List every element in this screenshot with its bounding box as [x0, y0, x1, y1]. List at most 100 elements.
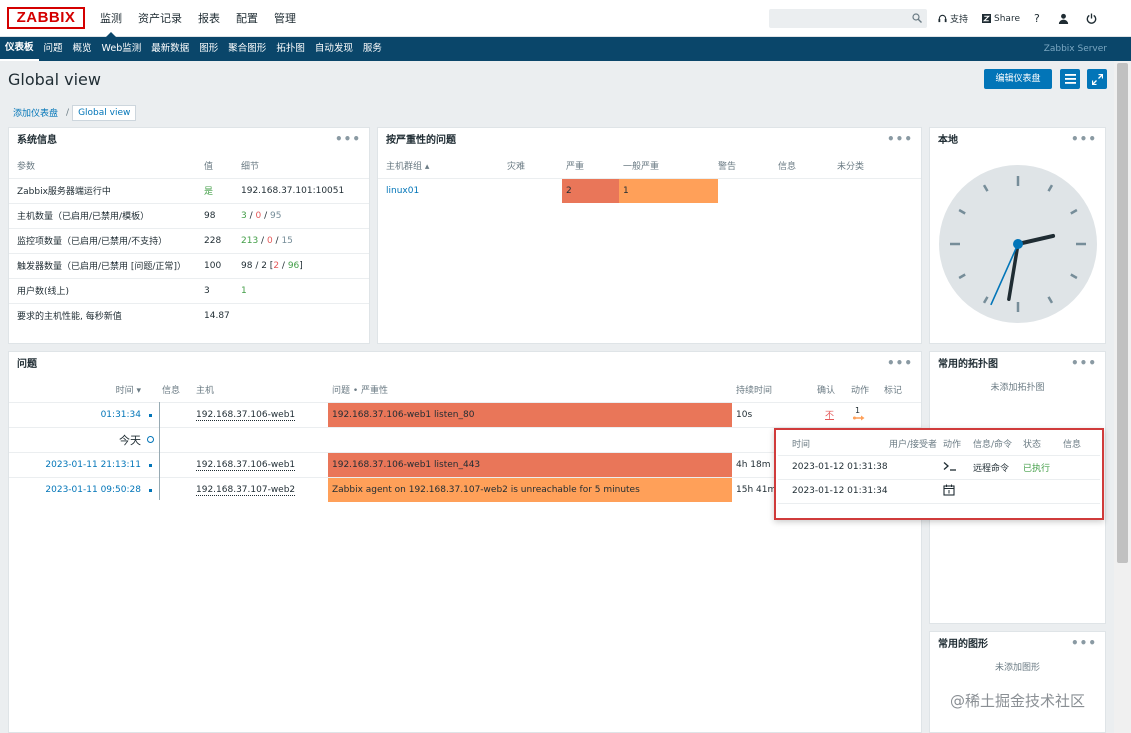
breadcrumb-separator: / [66, 107, 70, 118]
enabled-count: 213 [241, 235, 259, 246]
zabbix-logo[interactable]: ZABBIX [7, 7, 85, 29]
detail-cell: 3 / 0 / 95 [241, 202, 369, 228]
info-cell [162, 451, 196, 477]
value-cell: 14.87 [204, 302, 369, 328]
problem-time-link[interactable]: 2023-01-11 09:50:28 [9, 476, 151, 502]
hamburger-icon [1064, 74, 1076, 84]
ack-link[interactable]: 不 [817, 401, 851, 427]
problem-name-cell[interactable]: Zabbix agent on 192.168.37.107-web2 is u… [328, 476, 732, 502]
subnav-services[interactable]: 服务 [358, 37, 387, 61]
warning-cell [718, 177, 778, 203]
main-nav-reports[interactable]: 报表 [190, 0, 228, 37]
host-cell: 192.168.37.106-web1 [196, 451, 328, 477]
col-param: 参数 [17, 162, 36, 173]
host-link[interactable]: 192.168.37.106-web1 [196, 459, 296, 471]
fullscreen-icon [1091, 73, 1103, 85]
main-nav-monitoring[interactable]: 监测 [92, 0, 130, 38]
value-cell: 228 [204, 227, 241, 253]
fullscreen-button[interactable] [1087, 69, 1107, 89]
subnav-latest-data[interactable]: 最新数据 [146, 37, 194, 61]
col-time[interactable]: 时间 ▾ [9, 378, 151, 402]
maps-empty-message: 未添加拓扑图 [990, 383, 1045, 393]
bracket-close: ] [299, 260, 303, 271]
actions-arrow-icon [853, 415, 865, 420]
host-cell: 192.168.37.106-web1 [196, 401, 328, 427]
sign-out-button[interactable] [1086, 13, 1100, 24]
search-input[interactable] [769, 9, 927, 28]
subnav-overview[interactable]: 概览 [68, 37, 97, 61]
share-link[interactable]: Share [982, 14, 1020, 24]
support-link[interactable]: 支持 [938, 12, 968, 25]
problem-time-link[interactable]: 01:31:34 [9, 401, 151, 427]
subnav-dashboard[interactable]: 仪表板 [0, 37, 39, 61]
problem-name-cell[interactable]: 192.168.37.106-web1 listen_80 [328, 401, 732, 427]
col-high: 严重 [566, 162, 585, 173]
actions-popup-table: 时间 用户/接受者 动作 信息/命令 状态 信息 2023-01-12 01:3… [778, 433, 1100, 504]
breadcrumb-add-dashboard[interactable]: 添加仪表盘 [8, 104, 63, 121]
edit-dashboard-button[interactable]: 编辑仪表盘 [984, 69, 1052, 89]
subnav-maps[interactable]: 拓扑图 [271, 37, 310, 61]
subnav-discovery[interactable]: 自动发现 [310, 37, 358, 61]
ok-count: 96 [287, 260, 300, 271]
scrollbar-thumb[interactable] [1117, 63, 1128, 563]
disaster-cell [507, 177, 562, 203]
host-cell: 192.168.37.107-web2 [196, 476, 328, 502]
table-row: 用户数(线上) 3 1 [9, 277, 369, 303]
main-nav-inventory[interactable]: 资产记录 [130, 0, 190, 37]
popup-col-status: 状态 [1023, 433, 1063, 456]
problem-time-link[interactable]: 2023-01-11 21:13:11 [9, 451, 151, 477]
search-icon[interactable] [912, 13, 922, 23]
col-actions: 动作 [851, 386, 870, 397]
user-profile-button[interactable] [1058, 13, 1072, 24]
col-detail: 细节 [241, 162, 260, 173]
main-nav: 监测 资产记录 报表 配置 管理 [92, 0, 304, 38]
average-count-cell[interactable]: 1 [619, 177, 718, 203]
widget-menu-icon[interactable]: ••• [887, 352, 913, 374]
timeline-dot [149, 451, 162, 477]
value-cell: 100 [204, 252, 241, 278]
host-group-link[interactable]: linux01 [378, 177, 507, 203]
widget-menu-icon[interactable]: ••• [1071, 352, 1097, 374]
detail-cell: 213 / 0 / 15 [241, 227, 369, 253]
table-row: 触发器数量（已启用/已禁用 [问题/正常]） 100 98 / 2 [2 / 9… [9, 252, 369, 278]
problems-title: 问题 [17, 359, 37, 370]
main-nav-administration[interactable]: 管理 [266, 0, 304, 37]
widget-title: 本地 ••• [930, 128, 1105, 154]
subnav-problems[interactable]: 问题 [39, 37, 68, 61]
value-cell: 是 [204, 177, 241, 203]
sysinfo-table: 参数 值 细节 Zabbix服务器端运行中 是 192.168.37.101:1… [9, 154, 369, 328]
detail-cell: 192.168.37.101:10051 [241, 177, 369, 203]
today-label: 今天 [9, 426, 151, 452]
popup-status: 已执行 [1023, 455, 1063, 480]
widget-menu-icon[interactable]: ••• [887, 128, 913, 150]
widget-problems-by-severity: 按严重性的问题 ••• 主机群组 ▴ 灾难 严重 一般严重 警告 信息 未分类 … [377, 127, 922, 344]
disabled-count: 0 [266, 235, 273, 246]
high-count-cell[interactable]: 2 [562, 177, 619, 203]
actions-cell[interactable]: 1 [851, 401, 884, 427]
widget-menu-icon[interactable]: ••• [335, 128, 361, 150]
watermark-text: @稀土掘金技术社区 [950, 692, 1086, 710]
user-icon [1058, 13, 1068, 24]
col-disaster: 灾难 [507, 162, 526, 173]
disabled-count: 0 [255, 210, 262, 221]
support-label: 支持 [950, 15, 969, 25]
subnav-screens[interactable]: 聚合图形 [223, 37, 271, 61]
problem-name-cell[interactable]: 192.168.37.106-web1 listen_443 [328, 451, 732, 477]
subnav-web[interactable]: Web监测 [97, 37, 147, 61]
main-nav-configuration[interactable]: 配置 [228, 0, 266, 37]
breadcrumb-current[interactable]: Global view [72, 104, 137, 121]
page-scrollbar[interactable] [1114, 61, 1131, 733]
col-average: 一般严重 [623, 162, 660, 173]
widget-menu-icon[interactable]: ••• [1071, 632, 1097, 654]
actions-count: 1 [855, 405, 861, 415]
dashboard-menu-button[interactable] [1060, 69, 1080, 89]
host-link[interactable]: 192.168.37.106-web1 [196, 409, 296, 421]
popup-action [943, 479, 971, 504]
help-link[interactable]: ? [1034, 12, 1040, 25]
host-link[interactable]: 192.168.37.107-web2 [196, 484, 296, 496]
col-host-group[interactable]: 主机群组 ▴ [378, 154, 507, 178]
detail-cell: 1 [241, 277, 369, 303]
table-row: 2023-01-12 01:31:34 [778, 479, 1100, 504]
subnav-graphs[interactable]: 图形 [194, 37, 223, 61]
widget-menu-icon[interactable]: ••• [1071, 128, 1097, 150]
